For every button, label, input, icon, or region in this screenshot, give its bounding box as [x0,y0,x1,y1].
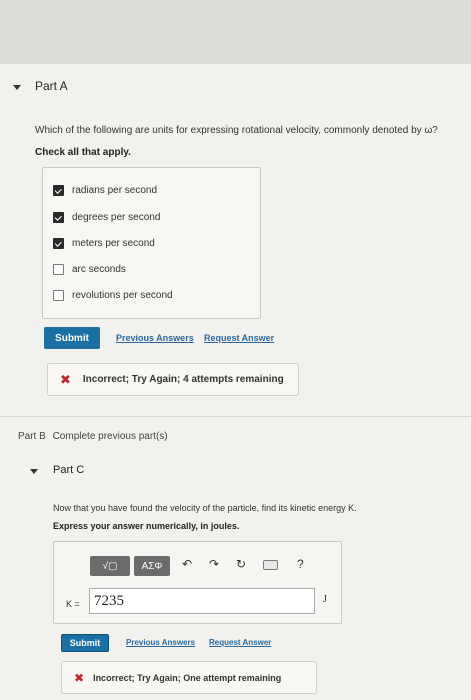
top-band [0,0,471,64]
choices-box: radians per second degrees per second me… [42,167,261,319]
checkbox-icon[interactable] [53,238,64,249]
feedback-text: Incorrect; Try Again; One attempt remain… [93,672,282,683]
unit-label: J [323,594,327,605]
choice-label: meters per second [72,238,155,249]
part-a-question: Which of the following are units for exp… [35,125,438,136]
part-c-question: Now that you have found the velocity of … [53,503,357,513]
redo-icon[interactable]: ↷ [209,557,219,571]
choice-label: arc seconds [72,264,126,275]
part-b-row: Part B Complete previous part(s) [18,431,168,442]
divider [0,416,471,417]
part-a-request-answer-link[interactable]: Request Answer [204,333,274,343]
help-icon[interactable]: ? [297,557,304,571]
choice-arc-seconds[interactable]: arc seconds [53,264,126,275]
part-b-status: Complete previous part(s) [52,431,168,442]
part-c-request-answer-link[interactable]: Request Answer [209,638,271,647]
checkbox-icon[interactable] [53,212,64,223]
feedback-text: Incorrect; Try Again; 4 attempts remaini… [82,374,284,385]
choice-meters[interactable]: meters per second [53,238,155,249]
x-icon: ✖ [60,371,71,387]
caret-down-icon[interactable] [13,85,21,90]
checkbox-icon[interactable] [53,264,64,275]
part-c-feedback: ✖ Incorrect; Try Again; One attempt rema… [61,661,317,694]
part-b-title: Part B [18,431,46,442]
checkbox-icon[interactable] [53,290,64,301]
keyboard-icon[interactable] [263,560,278,570]
part-c-previous-answers-link[interactable]: Previous Answers [126,638,195,647]
part-c-instruction: Express your answer numerically, in joul… [53,521,240,531]
choice-revolutions[interactable]: revolutions per second [53,290,173,301]
answer-input[interactable]: 7235 [89,588,315,614]
reset-icon[interactable]: ↻ [236,557,246,571]
choice-label: revolutions per second [72,290,173,301]
choice-radians[interactable]: radians per second [53,185,157,196]
part-a-submit-button[interactable]: Submit [44,327,100,349]
x-icon: ✖ [74,670,85,685]
answer-label: K = [66,599,80,609]
part-c-submit-button[interactable]: Submit [61,634,109,652]
symbols-button[interactable]: ΑΣΦ [134,556,170,576]
caret-down-icon[interactable] [30,469,38,474]
choice-degrees[interactable]: degrees per second [53,212,160,223]
part-a-previous-answers-link[interactable]: Previous Answers [116,333,194,343]
checkbox-icon[interactable] [53,185,64,196]
template-button[interactable]: √▢ [90,556,130,576]
part-a-instruction: Check all that apply. [35,147,131,158]
part-c-title[interactable]: Part C [53,464,84,476]
choice-label: radians per second [72,185,158,196]
part-a-feedback: ✖ Incorrect; Try Again; 4 attempts remai… [47,363,299,396]
part-a-title[interactable]: Part A [35,79,68,93]
choice-label: degrees per second [72,212,161,223]
undo-icon[interactable]: ↶ [182,557,192,571]
